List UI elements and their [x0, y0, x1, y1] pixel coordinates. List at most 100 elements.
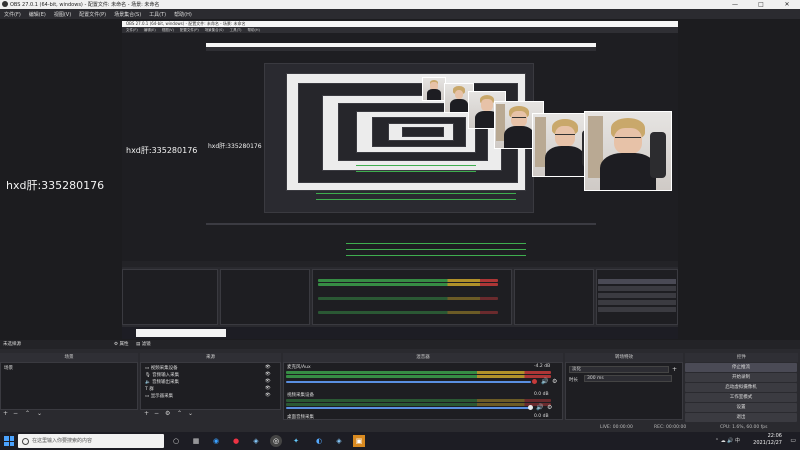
windows-taskbar: 在这里输入你要搜索的内容 ○ ▦ ◉ ● ◈ ◎ ✦ ◐ ◈ ▣ ⌃ ☁ 🔊 中…: [0, 432, 800, 450]
window-titlebar: OBS 27.0.1 (64-bit, windows) - 配置文件: 未命名…: [0, 0, 800, 9]
move-down-icon[interactable]: ⌄: [188, 410, 193, 417]
video-level-meter: [286, 403, 551, 406]
settings-button[interactable]: 设置: [685, 403, 797, 412]
webcam-frame-xs: [422, 77, 446, 101]
search-icon: [22, 438, 29, 445]
task-switch-icon[interactable]: ▦: [190, 435, 202, 447]
menu-file[interactable]: 文件(F): [4, 11, 21, 18]
mixer-channel-name: 视频采集设备: [287, 393, 314, 398]
mixer-channel-name: 桌面音频采集: [287, 415, 314, 420]
steam-icon[interactable]: ◈: [333, 435, 345, 447]
remove-scene-icon[interactable]: −: [13, 410, 18, 417]
mixer-header: 混音器: [283, 353, 563, 362]
maximize-button[interactable]: □: [748, 0, 774, 9]
scenes-header: 场景: [0, 353, 138, 362]
scene-item[interactable]: 场景: [4, 365, 13, 371]
mic-volume-knob[interactable]: [532, 379, 537, 384]
exit-button[interactable]: 退出: [685, 413, 797, 422]
remove-source-icon[interactable]: −: [154, 410, 159, 417]
watermark-outer: hxd肝:335280176: [6, 179, 105, 192]
menu-help[interactable]: 帮助(H): [174, 11, 192, 18]
speaker-icon[interactable]: 🔊: [536, 404, 543, 411]
steam-icon[interactable]: ◈: [250, 435, 262, 447]
mixer-channel-db: -4.2 dB: [534, 364, 551, 369]
watermark-inner: hxd肝:335280176: [208, 143, 262, 150]
add-source-icon[interactable]: +: [144, 410, 149, 417]
visibility-eye-icon[interactable]: 👁: [265, 372, 271, 377]
source-settings-icon[interactable]: ⚙: [165, 410, 170, 417]
move-down-icon[interactable]: ⌄: [37, 410, 42, 417]
video-volume-slider[interactable]: [286, 407, 531, 409]
source-item[interactable]: 🔈 音频输出采集: [145, 379, 179, 385]
close-button[interactable]: ✕: [774, 0, 800, 9]
obs-taskbar-icon[interactable]: ◎: [270, 435, 282, 447]
visibility-eye-icon[interactable]: 👁: [265, 386, 271, 391]
app-icon-blue[interactable]: ✦: [290, 435, 302, 447]
minimize-button[interactable]: —: [722, 0, 748, 9]
controls-header: 控件: [685, 353, 798, 362]
cpu-status: CPU: 1.6%, 60.00 fps: [720, 425, 768, 430]
add-scene-icon[interactable]: +: [3, 410, 8, 417]
status-bar: LIVE: 00:00:00 REC: 00:00:00 CPU: 1.6%, …: [0, 423, 800, 432]
filters-button[interactable]: ▤ 滤镜: [136, 340, 151, 349]
transitions-header: 转场特效: [565, 353, 683, 362]
mixer-channel-name: 麦克风/Aux: [287, 365, 311, 370]
gear-icon[interactable]: ⚙: [547, 404, 552, 411]
no-source-label: 未选择源: [3, 342, 21, 347]
obs-app-icon: [2, 1, 8, 7]
properties-button[interactable]: ⚙ 属性: [114, 340, 128, 349]
menu-bar: 文件(F) 编辑(E) 视图(V) 配置文件(P) 场景集合(S) 工具(T) …: [0, 9, 800, 19]
visibility-eye-icon[interactable]: 👁: [265, 379, 271, 384]
duration-input[interactable]: 300 ms: [584, 375, 672, 382]
windows-start-icon[interactable]: [4, 436, 14, 446]
duration-label: 时长: [569, 378, 578, 383]
start-recording-button[interactable]: 开始录制: [685, 373, 797, 382]
transitions-panel: 淡化 + 时长 300 ms: [565, 362, 683, 420]
virtual-camera-button[interactable]: 启动虚拟摄像机: [685, 383, 797, 392]
scenes-panel: 场景: [0, 362, 138, 410]
mixer-channel-db: 0.0 dB: [534, 392, 549, 397]
app-icon-orange[interactable]: ▣: [353, 435, 365, 447]
video-volume-knob[interactable]: [528, 405, 533, 410]
watermark-mid: hxd肝:335280176: [126, 146, 198, 155]
visibility-eye-icon[interactable]: 👁: [265, 365, 271, 370]
menu-view[interactable]: 视图(V): [54, 11, 71, 18]
mixer-channel-db: 0.0 dB: [534, 414, 549, 419]
taskbar-search-box[interactable]: 在这里输入你要搜索的内容: [18, 434, 164, 448]
source-item[interactable]: T 群: [145, 386, 154, 392]
notification-icon[interactable]: ▭: [790, 437, 796, 444]
speaker-icon[interactable]: 🔊: [541, 378, 548, 385]
menu-tools[interactable]: 工具(T): [149, 11, 166, 18]
studio-mode-button[interactable]: 工作室模式: [685, 393, 797, 402]
source-item[interactable]: 🎙 音频输入采集: [145, 372, 179, 378]
window-title: OBS 27.0.1 (64-bit, windows) - 配置文件: 未命名…: [10, 2, 160, 8]
sources-header: 来源: [140, 353, 281, 362]
video-level-meter: [286, 399, 551, 402]
transition-select[interactable]: 淡化: [569, 366, 669, 373]
move-up-icon[interactable]: ⌃: [25, 410, 30, 417]
stop-streaming-button[interactable]: 停止推流: [685, 363, 797, 372]
gear-icon[interactable]: ⚙: [552, 378, 557, 385]
webcam-frame-xxl: [584, 111, 672, 191]
app-icon-cyan[interactable]: ◐: [313, 435, 325, 447]
add-transition-icon[interactable]: +: [672, 366, 677, 373]
menu-profile[interactable]: 配置文件(P): [79, 11, 106, 18]
mic-volume-slider[interactable]: [286, 381, 531, 383]
edge-browser-icon[interactable]: ◉: [210, 435, 222, 447]
mic-level-meter: [286, 375, 551, 378]
taskbar-clock[interactable]: 22:06 2021/12/27: [753, 433, 782, 447]
source-item[interactable]: ▭ 显示器采集: [145, 393, 173, 399]
visibility-eye-icon[interactable]: 👁: [265, 393, 271, 398]
mic-level-meter: [286, 371, 551, 374]
source-toolbar: 未选择源 ⚙ 属性 ▤ 滤镜: [0, 340, 800, 349]
move-up-icon[interactable]: ⌃: [177, 410, 182, 417]
preview-capture: OBS 27.0.1 (64-bit, windows) - 配置文件: 未命名…: [122, 21, 678, 339]
live-status: LIVE: 00:00:00: [600, 425, 633, 430]
source-item[interactable]: ▭ 视频采集设备: [145, 365, 178, 371]
app-icon-red[interactable]: ●: [230, 435, 242, 447]
system-tray[interactable]: ⌃ ☁ 🔊 中: [715, 437, 740, 444]
menu-scene-collection[interactable]: 场景集合(S): [114, 11, 141, 18]
menu-edit[interactable]: 编辑(E): [29, 11, 46, 18]
task-view-icon[interactable]: ○: [170, 435, 182, 447]
rec-status: REC: 00:00:00: [654, 425, 687, 430]
